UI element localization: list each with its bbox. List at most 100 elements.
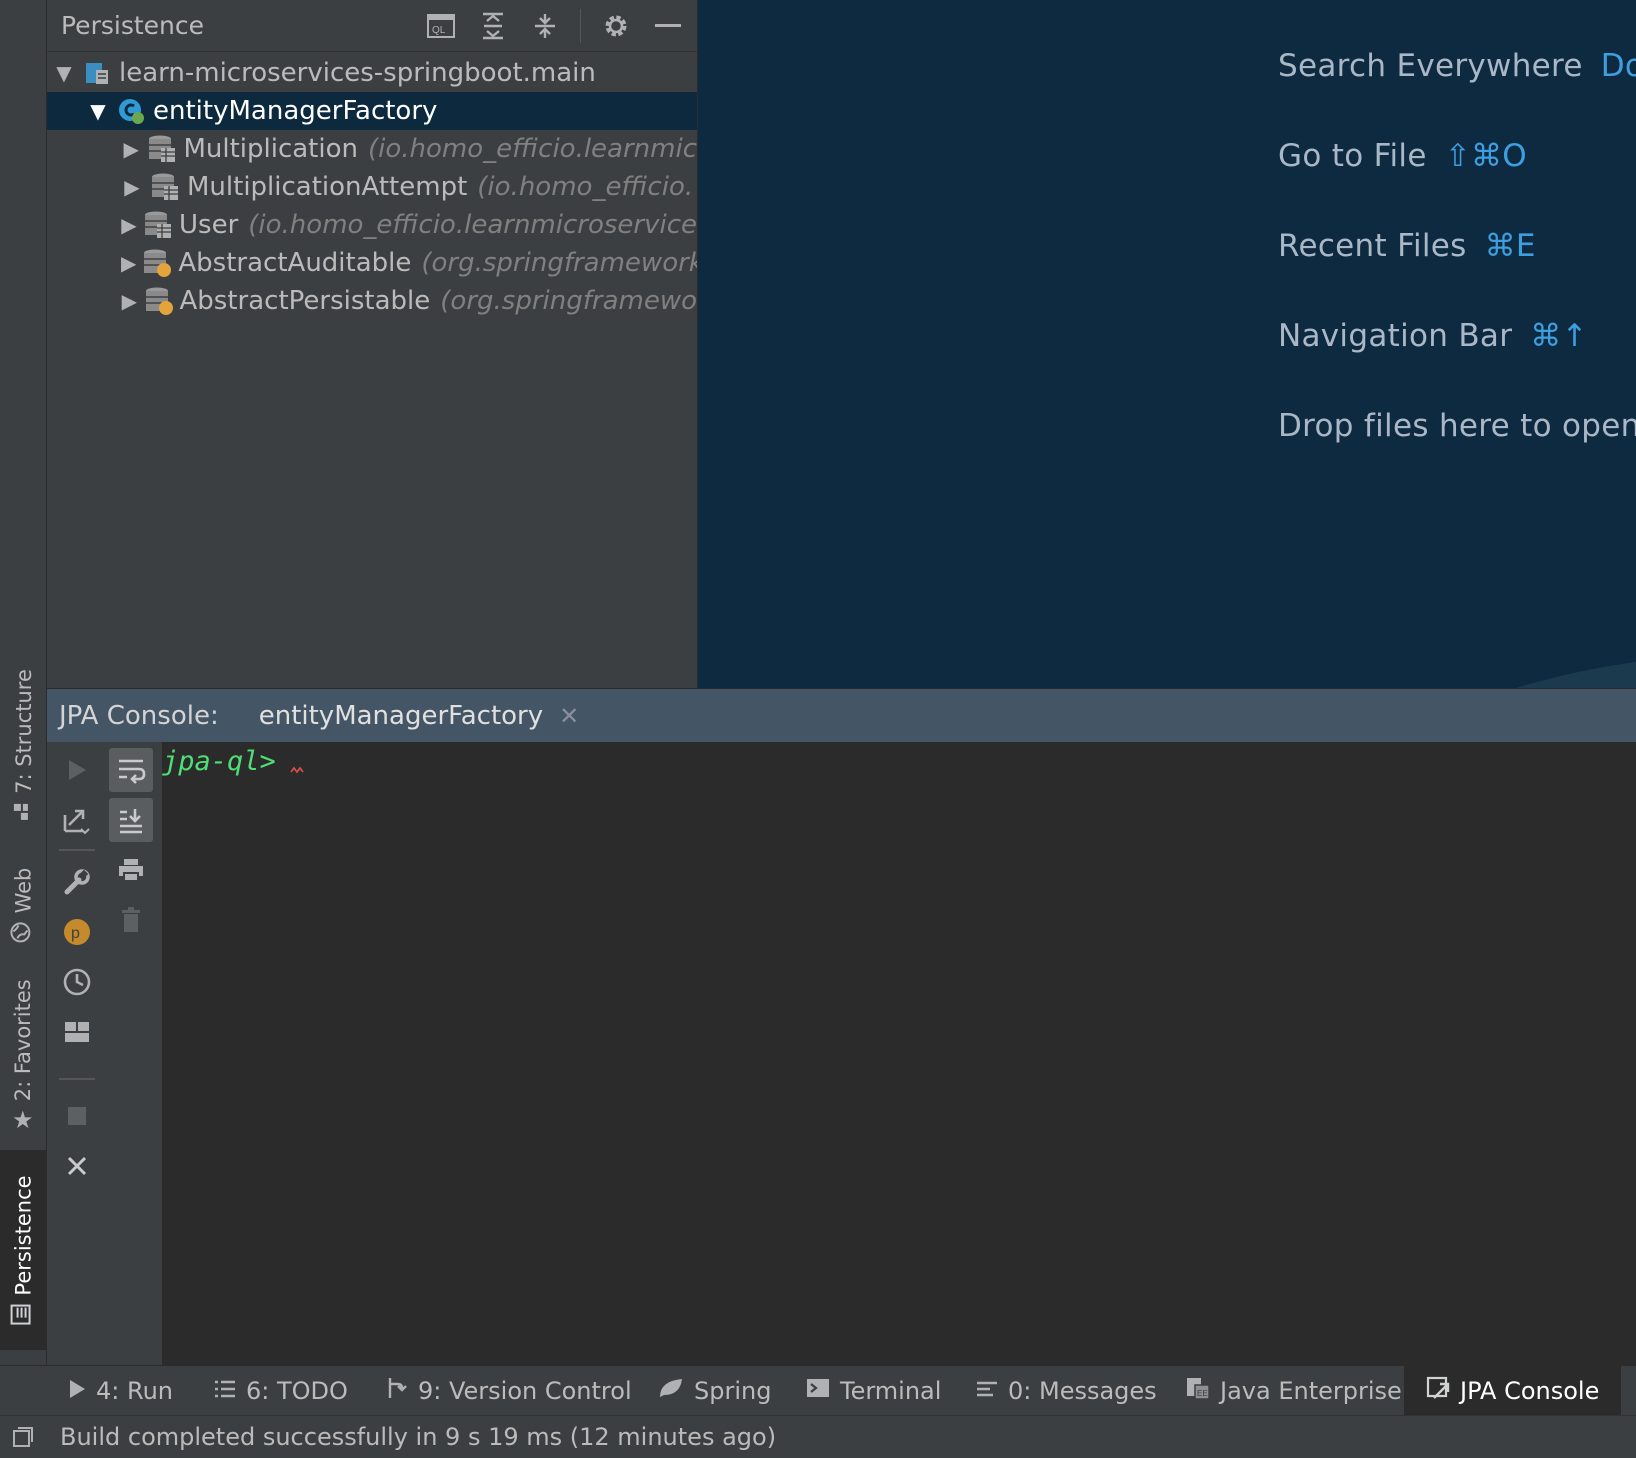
hint-drop-files: Drop files here to open [1278, 408, 1636, 444]
tab-favorites[interactable]: ★ 2: Favorites [0, 970, 46, 1140]
stop-icon[interactable] [55, 1094, 99, 1138]
tab-web-label: Web [11, 867, 36, 913]
left-tool-stripe: 7: Structure Web ★ 2: Favorites Persiste… [0, 0, 47, 1365]
tree-entity-row[interactable]: ▶ MultiplicationAttempt (io.homo_efficio… [47, 168, 697, 206]
hint-label: Navigation Bar [1278, 318, 1513, 354]
error-squiggle [290, 766, 304, 774]
expand-arrow-icon[interactable]: ▶ [121, 137, 141, 161]
tab-terminal[interactable]: Terminal [806, 1366, 941, 1416]
entity-package: (io.homo_efficio.learnmic [368, 134, 697, 164]
entity-name: Multiplication [183, 134, 358, 164]
tree-entity-row[interactable]: ▶ Multiplication (io.homo_efficio.learnm… [47, 130, 697, 168]
persistence-tree: ▼ learn-microservices-springboot.main ▼ … [47, 52, 697, 320]
tab-java-enterprise[interactable]: EE Java Enterprise [1186, 1366, 1402, 1416]
bottom-tool-bar: 4: Run 6: TODO 9: Version Control Spring… [0, 1365, 1636, 1416]
tree-entity-row[interactable]: ▶ AbstractPersistable (org.springframewo [47, 282, 697, 320]
status-bar: Build completed successfully in 9 s 19 m… [0, 1415, 1636, 1458]
scroll-to-end-icon[interactable] [109, 798, 153, 842]
close-icon[interactable]: ✕ [559, 702, 579, 730]
mapped-superclass-icon [144, 285, 174, 317]
svg-text:QL: QL [432, 25, 446, 36]
tab-persistence-label: Persistence [11, 1174, 35, 1296]
tab-persistence[interactable]: Persistence [0, 1150, 46, 1350]
toolbar-separator [59, 1078, 95, 1080]
collapse-arrow-icon[interactable]: ▼ [87, 99, 109, 123]
collapse-arrow-icon[interactable]: ▼ [53, 61, 75, 85]
tab-label: Spring [694, 1377, 772, 1405]
editor-empty-area[interactable]: Search Everywhere Dou Go to File ⇧⌘O Recen… [698, 0, 1636, 688]
close-console-icon[interactable] [55, 1144, 99, 1188]
trash-icon[interactable] [109, 898, 153, 942]
tab-todo[interactable]: 6: TODO [214, 1366, 348, 1416]
hint-label: Go to File [1278, 138, 1427, 174]
tab-web[interactable]: Web [0, 850, 46, 960]
console-toolbar: p [47, 742, 162, 1365]
tab-jpa-console[interactable]: JPA Console [1404, 1366, 1622, 1416]
tree-entity-row[interactable]: ▶ User (io.homo_efficio.learnmicroservic… [47, 206, 697, 244]
print-icon[interactable] [109, 848, 153, 892]
module-name: learn-microservices-springboot.main [119, 58, 596, 88]
hint-go-to-file: Go to File ⇧⌘O [1278, 138, 1527, 174]
tab-messages[interactable]: 0: Messages [976, 1366, 1157, 1416]
tab-structure[interactable]: 7: Structure [0, 660, 46, 830]
console-tab[interactable]: entityManagerFactory ✕ [259, 701, 580, 731]
entity-name: AbstractAuditable [178, 248, 412, 278]
mapped-superclass-icon [142, 247, 172, 279]
tab-spring[interactable]: Spring [658, 1366, 771, 1416]
collapse-all-icon[interactable] [528, 9, 562, 43]
run-icon [68, 1377, 86, 1405]
expand-arrow-icon[interactable]: ▶ [121, 289, 138, 313]
expand-arrow-icon[interactable]: ▶ [121, 213, 137, 237]
tab-label: 0: Messages [1008, 1377, 1157, 1405]
spring-icon [658, 1377, 684, 1405]
console-title: JPA Console: [59, 700, 219, 731]
layout-icon[interactable] [55, 1010, 99, 1054]
background-swoosh [1516, 662, 1636, 688]
panel-toolbar: QL [424, 8, 697, 43]
console-tab-label: entityManagerFactory [258, 700, 544, 731]
tab-run[interactable]: 4: Run [68, 1366, 173, 1416]
gear-icon[interactable] [599, 9, 633, 43]
entity-name: AbstractPersistable [179, 286, 431, 316]
entity-package: (org.springframework [421, 248, 698, 278]
tab-structure-label: 7: Structure [11, 668, 35, 794]
expand-arrow-icon[interactable]: ▶ [121, 175, 143, 199]
settings-wrench-icon[interactable] [55, 860, 99, 904]
tab-favorites-label: 2: Favorites [11, 979, 35, 1102]
svg-text:EE: EE [1197, 1389, 1208, 1398]
entity-package: (org.springframewo [440, 286, 697, 316]
expand-all-icon[interactable] [476, 9, 510, 43]
hint-label: Search Everywhere [1278, 48, 1583, 84]
soft-wrap-icon[interactable] [109, 748, 153, 792]
tab-label: 4: Run [96, 1377, 174, 1405]
entity-package: (io.homo_efficio.learnmicroservice [248, 210, 697, 240]
hint-shortcut: ⇧⌘O [1444, 138, 1527, 174]
minimize-icon[interactable] [651, 9, 685, 43]
tree-factory-row[interactable]: ▼ entityManagerFactory [47, 92, 697, 130]
tree-module-row[interactable]: ▼ learn-microservices-springboot.main [47, 54, 697, 92]
entity-name: User [179, 210, 239, 240]
console-input-area[interactable]: jpa-ql> [162, 742, 1636, 1365]
vcs-icon [386, 1376, 408, 1406]
tree-entity-row[interactable]: ▶ AbstractAuditable (org.springframework [47, 244, 697, 282]
run-icon[interactable] [55, 748, 99, 792]
structure-icon [11, 801, 36, 821]
tab-label: Java Enterprise [1220, 1377, 1402, 1405]
hint-shortcut: Dou [1600, 48, 1636, 84]
hint-search-everywhere: Search Everywhere Dou [1278, 48, 1636, 84]
parameters-icon[interactable]: p [55, 910, 99, 954]
module-icon [81, 57, 113, 89]
open-query-icon[interactable] [55, 798, 99, 842]
spring-bean-icon [115, 95, 147, 127]
panel-title: Persistence [61, 11, 204, 40]
history-icon[interactable] [55, 960, 99, 1004]
toolbar-separator [580, 8, 581, 43]
jpql-console-icon[interactable]: QL [424, 9, 458, 43]
svg-text:p: p [71, 925, 80, 942]
entity-table-icon [147, 133, 177, 165]
toggle-tool-windows-icon[interactable] [0, 1426, 46, 1448]
tab-version-control[interactable]: 9: Version Control [386, 1366, 632, 1416]
hint-recent-files: Recent Files ⌘E [1278, 228, 1536, 264]
expand-arrow-icon[interactable]: ▶ [121, 251, 136, 275]
entity-table-icon [143, 209, 173, 241]
